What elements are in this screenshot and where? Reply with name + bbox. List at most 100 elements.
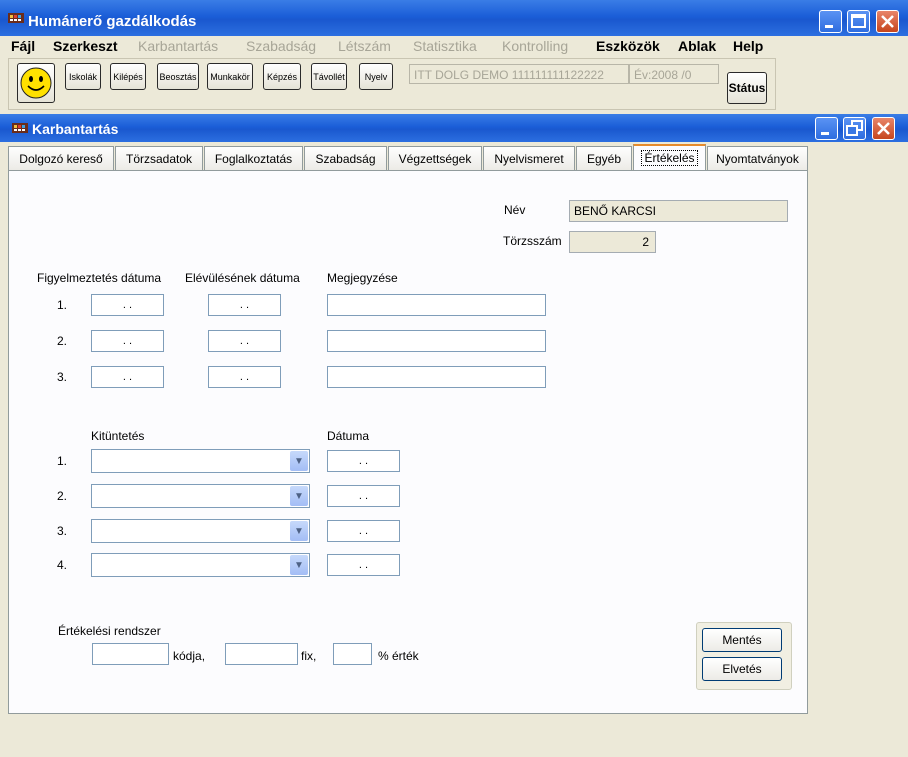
- app-title-bar: Humánerő gazdálkodás: [0, 0, 908, 36]
- award-select[interactable]: ▼: [91, 484, 310, 508]
- menu-item-9[interactable]: Help: [733, 38, 763, 54]
- toolbar-button-4[interactable]: Képzés: [263, 63, 301, 90]
- name-label: Név: [504, 203, 526, 217]
- tab-5[interactable]: Nyelvismeret: [483, 146, 575, 170]
- menu-item-1[interactable]: Szerkeszt: [53, 38, 118, 54]
- tab-label: Egyéb: [586, 152, 622, 166]
- award-row-number: 1.: [57, 454, 68, 468]
- warning-row-number: 2.: [57, 334, 68, 348]
- menu-item-4[interactable]: Létszám: [338, 38, 391, 54]
- tab-2[interactable]: Foglalkoztatás: [204, 146, 303, 170]
- close-button[interactable]: [876, 10, 899, 33]
- warning-expiry-input[interactable]: . .: [208, 330, 281, 352]
- menu-item-7[interactable]: Eszközök: [596, 38, 660, 54]
- award-date-input[interactable]: . .: [327, 520, 400, 542]
- smiley-button[interactable]: [17, 63, 55, 103]
- child-window-title: Karbantartás: [32, 121, 119, 137]
- smiley-icon: [20, 67, 52, 99]
- warning-date-input[interactable]: . .: [91, 294, 164, 316]
- warning-row-number: 3.: [57, 370, 68, 384]
- toolbar-button-1[interactable]: Kilépés: [110, 63, 146, 90]
- close-icon: [877, 122, 890, 135]
- id-label: Törzsszám: [503, 234, 562, 248]
- save-button[interactable]: Mentés: [702, 628, 782, 652]
- rating-fix-suffix: fix,: [301, 649, 317, 663]
- warning-expiry-input[interactable]: . .: [208, 294, 281, 316]
- child-restore-button[interactable]: [843, 117, 866, 140]
- warning-expiry-input[interactable]: . .: [208, 366, 281, 388]
- menu-item-0[interactable]: Fájl: [11, 38, 35, 54]
- minimize-button[interactable]: [819, 10, 842, 33]
- close-icon: [881, 15, 894, 28]
- minimize-icon: [825, 25, 833, 28]
- chevron-down-icon[interactable]: ▼: [290, 521, 308, 541]
- toolbar-button-3[interactable]: Munkakör: [207, 63, 253, 90]
- child-title-bar: Karbantartás: [0, 114, 908, 142]
- tab-1[interactable]: Törzsadatok: [115, 146, 203, 170]
- rating-code-input[interactable]: [92, 643, 169, 665]
- award-select[interactable]: ▼: [91, 519, 310, 543]
- rating-percent-suffix: % érték: [378, 649, 419, 663]
- rating-percent-input[interactable]: [333, 643, 372, 665]
- tab-label: Értékelés: [641, 150, 698, 166]
- menu-bar: Fájl Szerkeszt Karbantartás Szabadság Létszá…: [0, 36, 908, 58]
- menu-item-8[interactable]: Ablak: [678, 38, 716, 54]
- status-button[interactable]: Státus: [727, 72, 767, 104]
- tab-label: Végzettségek: [398, 152, 472, 166]
- warning-date-input[interactable]: . .: [91, 366, 164, 388]
- toolbar-button-0[interactable]: Iskolák: [65, 63, 101, 90]
- menu-item-2[interactable]: Karbantartás: [138, 38, 218, 54]
- rating-code-suffix: kódja,: [173, 649, 206, 663]
- award-date-input[interactable]: . .: [327, 450, 400, 472]
- rating-fix-input[interactable]: [225, 643, 298, 665]
- award-header: Kitüntetés: [91, 429, 145, 443]
- menu-item-3[interactable]: Szabadság: [246, 38, 316, 54]
- warning-note-input[interactable]: [327, 366, 546, 388]
- tab-6[interactable]: Egyéb: [576, 146, 632, 170]
- warning-date-input[interactable]: . .: [91, 330, 164, 352]
- award-select[interactable]: ▼: [91, 449, 310, 473]
- award-row-number: 4.: [57, 558, 68, 572]
- discard-button[interactable]: Elvetés: [702, 657, 782, 681]
- award-select[interactable]: ▼: [91, 553, 310, 577]
- restore-icon: [846, 120, 863, 136]
- toolbar: Iskolák Kilépés Beosztás Munkakör Képzés Távo…: [8, 58, 776, 110]
- warning-row-number: 1.: [57, 298, 68, 312]
- child-window-icon: [12, 123, 28, 133]
- tab-0[interactable]: Dolgozó kereső: [8, 146, 114, 170]
- chevron-down-icon[interactable]: ▼: [290, 555, 308, 575]
- warning-note-header: Megjegyzése: [327, 271, 398, 285]
- child-minimize-button[interactable]: [815, 117, 838, 140]
- toolbar-button-2[interactable]: Beosztás: [157, 63, 199, 90]
- tab-8[interactable]: Nyomtatványok: [707, 146, 808, 170]
- name-field: BENŐ KARCSI: [569, 200, 788, 222]
- menu-item-6[interactable]: Kontrolling: [502, 38, 568, 54]
- tab-label: Foglalkoztatás: [214, 152, 293, 166]
- tab-label: Nyelvismeret: [494, 152, 564, 166]
- warning-expiry-header: Elévülésének dátuma: [185, 271, 300, 285]
- award-date-input[interactable]: . .: [327, 485, 400, 507]
- tab-label: Szabadság: [315, 152, 376, 166]
- award-row-number: 2.: [57, 489, 68, 503]
- database-info-field: ITT DOLG DEMO 111111111122222: [409, 64, 629, 84]
- maximize-button[interactable]: [847, 10, 870, 33]
- toolbar-button-5[interactable]: Távollét: [311, 63, 347, 90]
- tab-4[interactable]: Végzettségek: [388, 146, 482, 170]
- tab-label: Dolgozó kereső: [19, 152, 103, 166]
- tab-3[interactable]: Szabadság: [304, 146, 387, 170]
- toolbar-button-6[interactable]: Nyelv: [359, 63, 393, 90]
- chevron-down-icon[interactable]: ▼: [290, 486, 308, 506]
- warning-note-input[interactable]: [327, 294, 546, 316]
- tab-label: Törzsadatok: [125, 152, 193, 166]
- child-close-button[interactable]: [872, 117, 895, 140]
- tab-7[interactable]: Értékelés: [633, 144, 706, 170]
- chevron-down-icon[interactable]: ▼: [290, 451, 308, 471]
- id-field: 2: [569, 231, 656, 253]
- award-row-number: 3.: [57, 524, 68, 538]
- menu-item-5[interactable]: Statisztika: [413, 38, 477, 54]
- app-icon: [8, 13, 24, 23]
- award-date-input[interactable]: . .: [327, 554, 400, 576]
- minimize-icon: [821, 132, 829, 135]
- award-date-header: Dátuma: [327, 429, 370, 443]
- warning-note-input[interactable]: [327, 330, 546, 352]
